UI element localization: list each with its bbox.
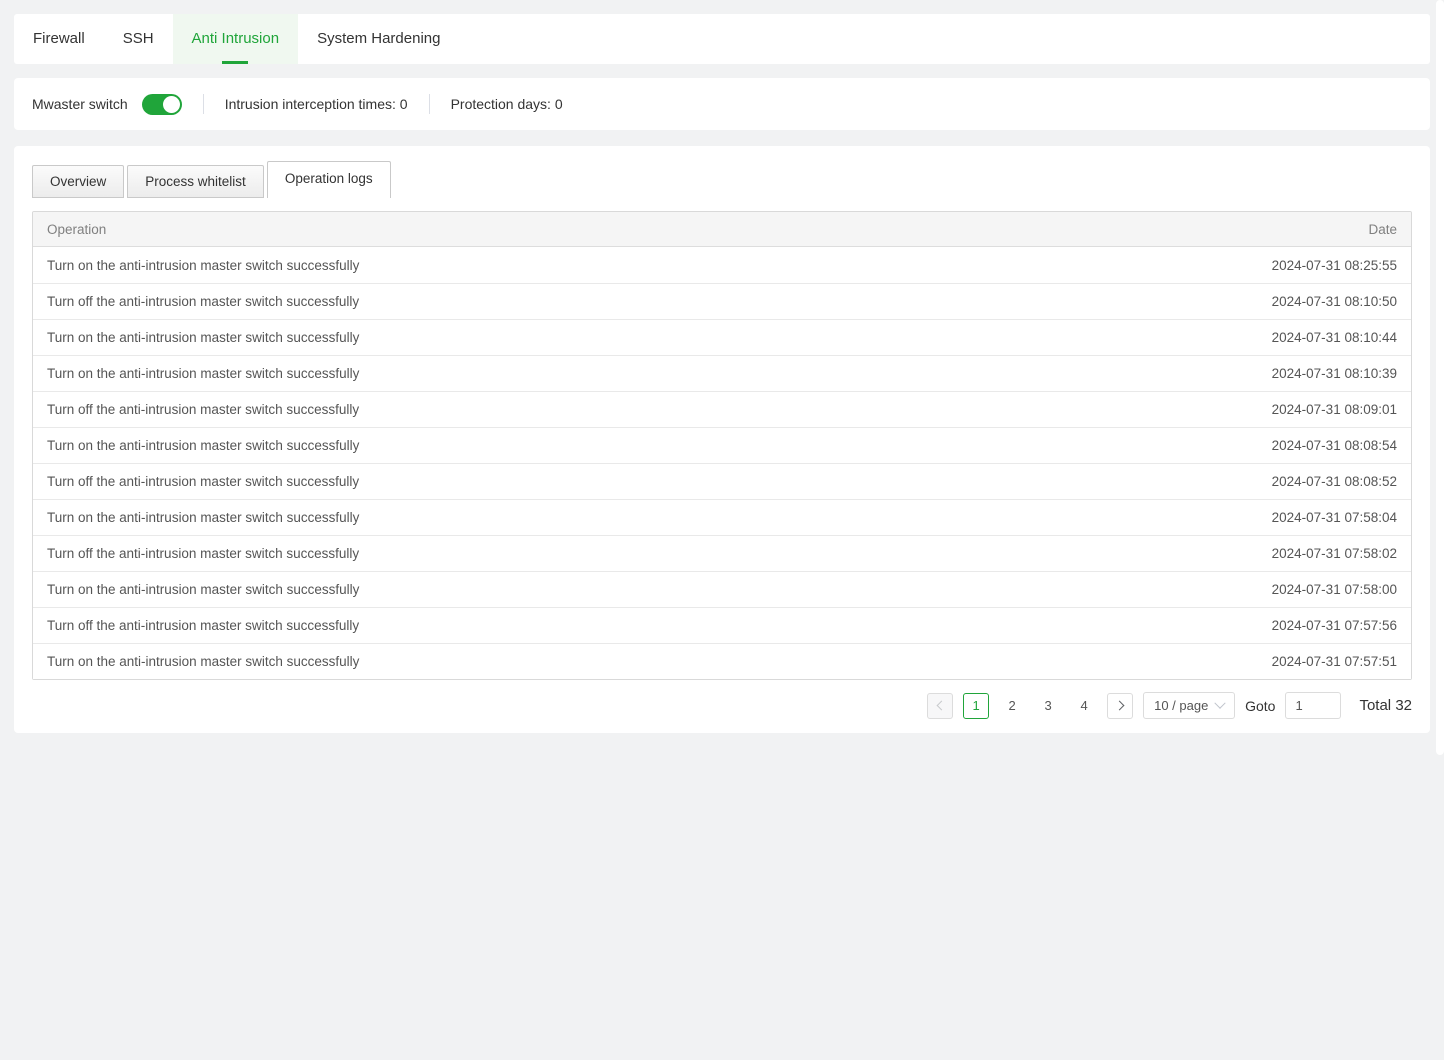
top-tab-label: Firewall xyxy=(33,30,85,47)
top-tab[interactable]: Firewall xyxy=(14,14,104,64)
operation-cell: Turn off the anti-intrusion master switc… xyxy=(47,618,1272,633)
page-number-list: 1 2 3 4 xyxy=(963,693,1097,719)
date-cell: 2024-07-31 08:09:01 xyxy=(1272,402,1397,417)
goto-label: Goto xyxy=(1245,698,1275,714)
panel-tab-bar: Overview Process whitelist Operation log… xyxy=(32,161,1412,198)
pagination: 1 2 3 4 10 / xyxy=(32,692,1412,719)
table-row: Turn on the anti-intrusion master switch… xyxy=(33,247,1411,283)
stat-item: Protection days: 0 xyxy=(429,94,563,114)
master-switch-label: Mwaster switch xyxy=(32,96,128,112)
top-tab-bar: Firewall SSH Anti Intrusion System Harde… xyxy=(14,14,1430,64)
top-tab-label: Anti Intrusion xyxy=(192,30,280,47)
operation-cell: Turn on the anti-intrusion master switch… xyxy=(47,582,1272,597)
table-header: Operation Date xyxy=(33,212,1411,247)
operation-cell: Turn on the anti-intrusion master switch… xyxy=(47,366,1272,381)
operation-cell: Turn off the anti-intrusion master switc… xyxy=(47,294,1272,309)
total-label: Total xyxy=(1359,697,1391,714)
table-row: Turn on the anti-intrusion master switch… xyxy=(33,499,1411,535)
panel-tab[interactable]: Process whitelist xyxy=(127,165,264,198)
date-cell: 2024-07-31 08:10:50 xyxy=(1272,294,1397,309)
stat-item: Intrusion interception times: 0 xyxy=(203,94,408,114)
page: Firewall SSH Anti Intrusion System Harde… xyxy=(0,0,1444,1060)
top-tab-label: SSH xyxy=(123,30,154,47)
operation-logs-table: Operation Date Turn on the anti-intrusio… xyxy=(32,211,1412,680)
date-cell: 2024-07-31 08:08:52 xyxy=(1272,474,1397,489)
top-tab[interactable]: SSH xyxy=(104,14,173,64)
top-tab[interactable]: Anti Intrusion xyxy=(173,14,299,64)
panel-tab-label: Process whitelist xyxy=(145,174,246,189)
panel-tab[interactable]: Operation logs xyxy=(267,161,391,198)
date-cell: 2024-07-31 08:10:44 xyxy=(1272,330,1397,345)
master-switch-toggle[interactable] xyxy=(142,94,182,115)
master-switch-group: Mwaster switch xyxy=(32,94,182,115)
table-row: Turn off the anti-intrusion master switc… xyxy=(33,283,1411,319)
operation-cell: Turn on the anti-intrusion master switch… xyxy=(47,258,1272,273)
panel-tab[interactable]: Overview xyxy=(32,165,124,198)
page-number-button[interactable]: 3 xyxy=(1035,693,1061,719)
toggle-knob-icon xyxy=(163,96,180,113)
date-cell: 2024-07-31 07:58:00 xyxy=(1272,582,1397,597)
column-header-date: Date xyxy=(1368,222,1397,237)
table-row: Turn on the anti-intrusion master switch… xyxy=(33,319,1411,355)
table-row: Turn on the anti-intrusion master switch… xyxy=(33,355,1411,391)
column-header-operation: Operation xyxy=(47,222,106,237)
page-size-select[interactable]: 10 / page xyxy=(1143,692,1235,719)
table-row: Turn off the anti-intrusion master switc… xyxy=(33,391,1411,427)
date-cell: 2024-07-31 07:58:04 xyxy=(1272,510,1397,525)
panel-tab-label: Operation logs xyxy=(285,171,373,186)
operation-cell: Turn off the anti-intrusion master switc… xyxy=(47,402,1272,417)
top-tab-label: System Hardening xyxy=(317,30,440,47)
operation-cell: Turn on the anti-intrusion master switch… xyxy=(47,654,1272,669)
date-cell: 2024-07-31 08:10:39 xyxy=(1272,366,1397,381)
scrollbar-track[interactable] xyxy=(1436,0,1444,755)
table-row: Turn off the anti-intrusion master switc… xyxy=(33,607,1411,643)
table-body: Turn on the anti-intrusion master switch… xyxy=(33,247,1411,679)
anti-intrusion-panel: Overview Process whitelist Operation log… xyxy=(14,146,1430,733)
operation-cell: Turn on the anti-intrusion master switch… xyxy=(47,438,1272,453)
next-page-button[interactable] xyxy=(1107,693,1133,719)
status-bar: Mwaster switch Intrusion interception ti… xyxy=(14,78,1430,130)
operation-cell: Turn off the anti-intrusion master switc… xyxy=(47,474,1272,489)
page-number-label: 3 xyxy=(1044,698,1051,713)
page-number-label: 2 xyxy=(1008,698,1015,713)
prev-page-button[interactable] xyxy=(927,693,953,719)
page-number-button[interactable]: 4 xyxy=(1071,693,1097,719)
date-cell: 2024-07-31 07:57:56 xyxy=(1272,618,1397,633)
date-cell: 2024-07-31 07:58:02 xyxy=(1272,546,1397,561)
page-number-button[interactable]: 1 xyxy=(963,693,989,719)
chevron-down-icon xyxy=(1214,697,1225,708)
table-row: Turn on the anti-intrusion master switch… xyxy=(33,571,1411,607)
status-stats: Intrusion interception times: 0 Protecti… xyxy=(182,94,563,114)
table-row: Turn on the anti-intrusion master switch… xyxy=(33,643,1411,679)
page-number-label: 4 xyxy=(1080,698,1087,713)
panel-tab-label: Overview xyxy=(50,174,106,189)
page-number-button[interactable]: 2 xyxy=(999,693,1025,719)
chevron-right-icon xyxy=(1114,701,1124,711)
page-number-label: 1 xyxy=(972,698,979,713)
table-row: Turn on the anti-intrusion master switch… xyxy=(33,427,1411,463)
total-value: 32 xyxy=(1395,697,1412,714)
operation-cell: Turn on the anti-intrusion master switch… xyxy=(47,330,1272,345)
date-cell: 2024-07-31 07:57:51 xyxy=(1272,654,1397,669)
operation-cell: Turn off the anti-intrusion master switc… xyxy=(47,546,1272,561)
page-size-value: 10 / page xyxy=(1154,698,1208,713)
table-row: Turn off the anti-intrusion master switc… xyxy=(33,535,1411,571)
top-tab[interactable]: System Hardening xyxy=(298,14,459,64)
date-cell: 2024-07-31 08:25:55 xyxy=(1272,258,1397,273)
table-row: Turn off the anti-intrusion master switc… xyxy=(33,463,1411,499)
goto-page-input[interactable] xyxy=(1285,692,1341,719)
date-cell: 2024-07-31 08:08:54 xyxy=(1272,438,1397,453)
total-count: Total 32 xyxy=(1359,697,1412,714)
operation-cell: Turn on the anti-intrusion master switch… xyxy=(47,510,1272,525)
chevron-left-icon xyxy=(936,701,946,711)
